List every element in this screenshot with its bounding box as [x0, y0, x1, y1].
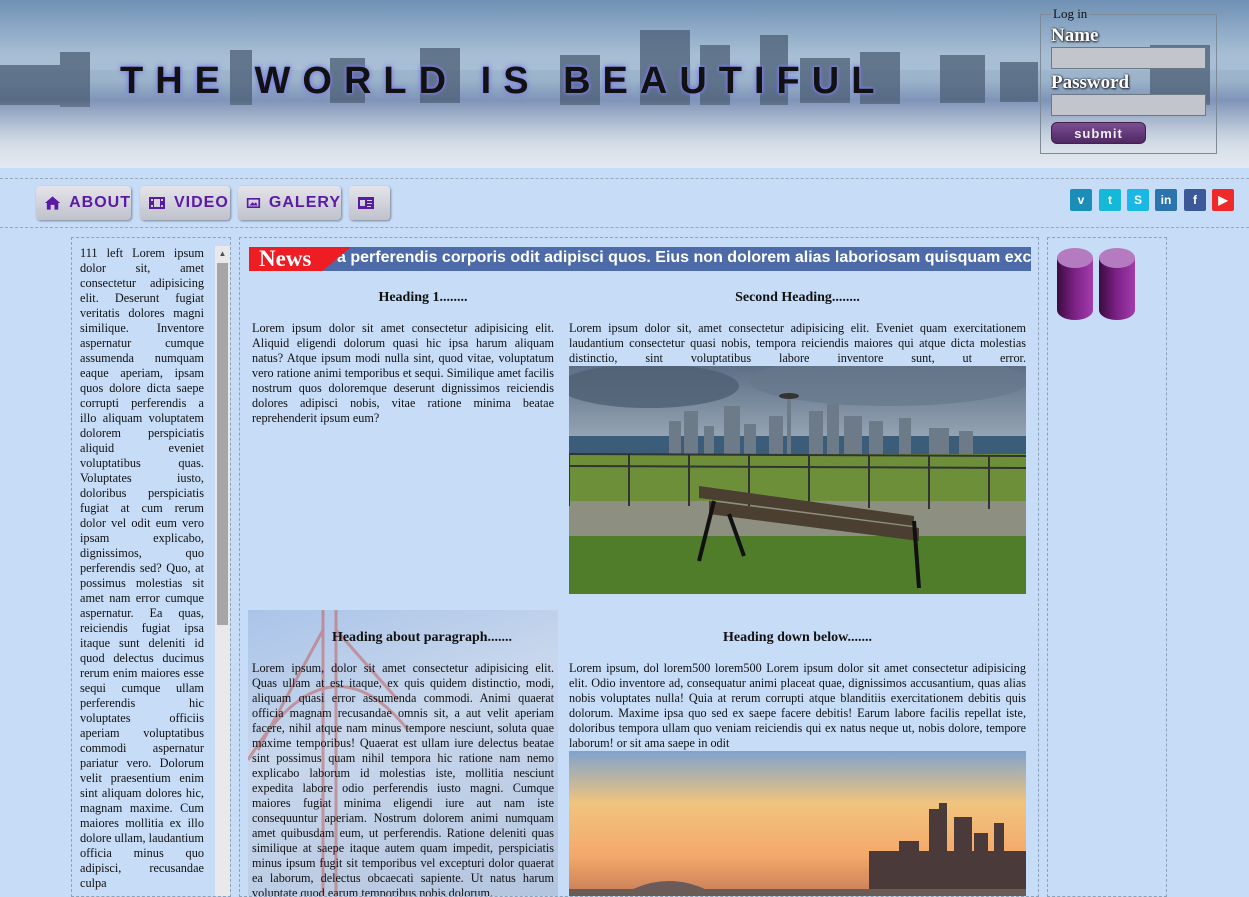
- twitter-icon[interactable]: t: [1099, 189, 1121, 211]
- vimeo-icon[interactable]: v: [1070, 189, 1092, 211]
- news-ticker: a perferendis corporis odit adipisci quo…: [249, 247, 1031, 271]
- id-card-icon: [358, 197, 374, 209]
- password-label: Password: [1051, 72, 1130, 93]
- home-icon: [44, 196, 61, 210]
- left-sidebar-text: 111 left Lorem ipsum dolor sit, amet con…: [80, 246, 204, 890]
- scrollbar-thumb[interactable]: [217, 263, 228, 625]
- sunset-skyline-photo: [569, 751, 1026, 896]
- news-ticker-text: a perferendis corporis odit adipisci quo…: [337, 249, 1031, 266]
- header-banner: THE WORLD IS BEAUTIFUL Log in Name Passw…: [0, 0, 1249, 168]
- right-sidebar: [1047, 237, 1167, 897]
- news-label-badge: News: [249, 247, 351, 271]
- scroll-up-arrow-icon[interactable]: ▲: [215, 246, 230, 261]
- skype-icon[interactable]: S: [1127, 189, 1149, 211]
- section-2-text: Lorem ipsum dolor sit, amet consectetur …: [569, 321, 1026, 365]
- film-icon: [149, 197, 165, 209]
- section-2-heading: Second Heading........: [735, 290, 860, 305]
- youtube-icon[interactable]: ▶: [1212, 189, 1234, 211]
- nav-bar: ABOUT VIDEO GALERY v t S in f ▶: [0, 178, 1249, 228]
- facebook-icon[interactable]: f: [1184, 189, 1206, 211]
- sidebar-scrollbar[interactable]: ▲: [215, 246, 230, 896]
- purple-cylinders-graphic: [1057, 248, 1135, 320]
- login-legend: Log in: [1053, 6, 1088, 21]
- left-sidebar[interactable]: 111 left Lorem ipsum dolor sit, amet con…: [71, 237, 231, 897]
- nav-about-button[interactable]: ABOUT: [36, 186, 131, 220]
- name-label: Name: [1051, 25, 1099, 46]
- section-3-heading: Heading about paragraph.......: [331, 630, 513, 645]
- section-4-text: Lorem ipsum, dol lorem500 lorem500 Lorem…: [569, 661, 1026, 750]
- image-icon: [246, 198, 261, 208]
- site-title: THE WORLD IS BEAUTIFUL: [120, 60, 887, 102]
- news-label-text: News: [259, 247, 312, 271]
- nav-galery-label: GALERY: [268, 194, 341, 211]
- section-4-heading: Heading down below.......: [723, 630, 872, 645]
- nav-video-label: VIDEO: [174, 194, 229, 211]
- login-form: Log in Name Password submit: [1040, 6, 1217, 154]
- linkedin-icon[interactable]: in: [1155, 189, 1177, 211]
- nav-video-button[interactable]: VIDEO: [140, 186, 230, 220]
- submit-button[interactable]: submit: [1051, 122, 1146, 144]
- nav-about-label: ABOUT: [69, 194, 131, 211]
- main-content: a perferendis corporis odit adipisci quo…: [239, 237, 1039, 897]
- section-1-text: Lorem ipsum dolor sit amet consectetur a…: [252, 321, 554, 425]
- nav-galery-button[interactable]: GALERY: [238, 186, 341, 220]
- password-input[interactable]: [1051, 94, 1206, 116]
- nav-contact-button[interactable]: [349, 186, 390, 220]
- name-input[interactable]: [1051, 47, 1206, 69]
- seattle-bench-photo: [569, 366, 1026, 594]
- section-3-text: Lorem ipsum, dolor sit amet consectetur …: [252, 661, 554, 897]
- section-1-heading: Heading 1........: [378, 290, 468, 305]
